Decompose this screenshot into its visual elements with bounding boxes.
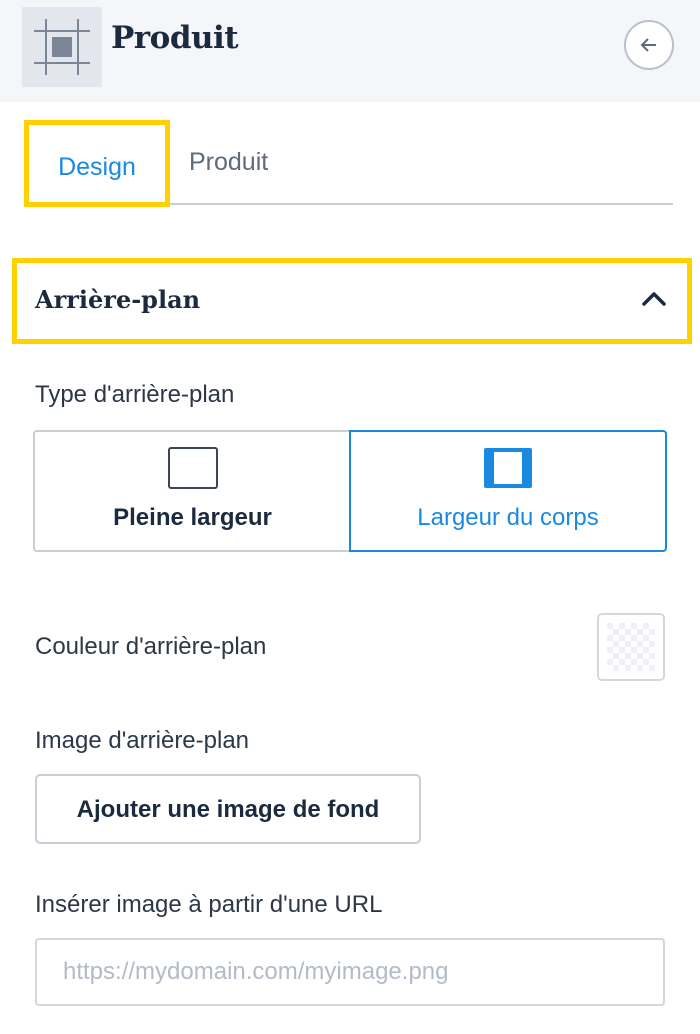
block-frame-icon <box>22 7 102 87</box>
full-width-icon <box>167 447 218 489</box>
add-background-image-button[interactable]: Ajouter une image de fond <box>35 774 421 844</box>
transparent-swatch-icon <box>607 623 655 671</box>
add-background-image-label: Ajouter une image de fond <box>76 796 380 823</box>
body-width-icon <box>484 448 532 488</box>
panel-header: Produit <box>0 0 700 102</box>
page-title: Produit <box>111 20 239 56</box>
option-full-width[interactable]: Pleine largeur <box>33 430 350 552</box>
section-title: Arrière-plan <box>35 285 201 314</box>
tabs-underline <box>170 203 673 205</box>
back-button[interactable] <box>624 20 674 70</box>
option-body-width[interactable]: Largeur du corps <box>349 430 667 552</box>
image-url-label: Insérer image à partir d'une URL <box>35 891 383 918</box>
background-type-label: Type d'arrière-plan <box>35 381 235 408</box>
tab-produit[interactable]: Produit <box>189 148 268 177</box>
color-swatch-button[interactable] <box>597 613 665 681</box>
tab-design[interactable]: Design <box>24 120 170 207</box>
option-full-width-label: Pleine largeur <box>113 504 272 531</box>
tab-design-label: Design <box>58 153 136 181</box>
background-image-label: Image d'arrière-plan <box>35 727 250 754</box>
section-header-arriere-plan[interactable]: Arrière-plan <box>12 258 692 344</box>
image-url-input[interactable] <box>35 938 665 1006</box>
option-body-width-label: Largeur du corps <box>417 504 599 531</box>
chevron-up-icon <box>642 292 666 306</box>
arrow-left-icon <box>640 38 656 52</box>
background-color-label: Couleur d'arrière-plan <box>35 633 267 660</box>
